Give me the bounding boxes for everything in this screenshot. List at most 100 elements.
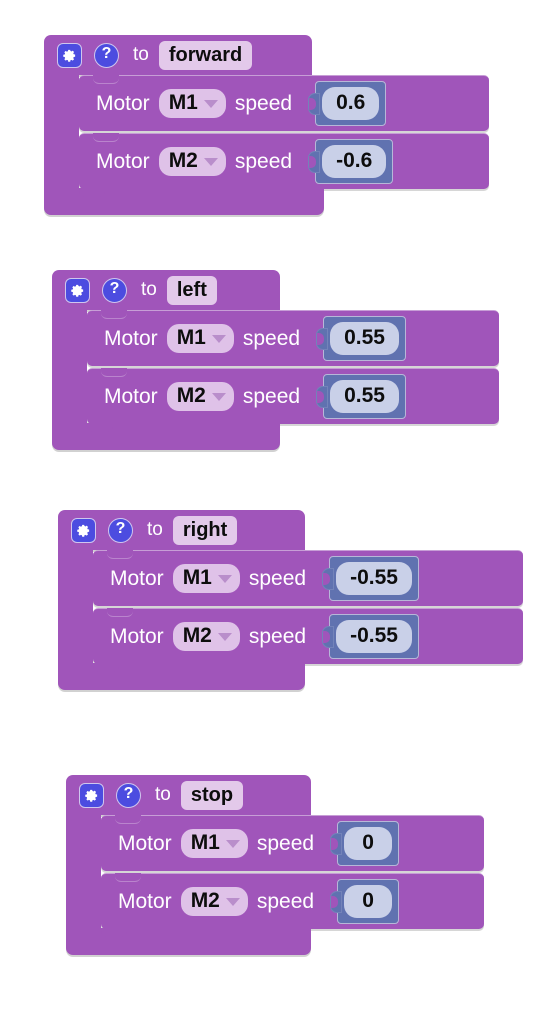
define-left-arm: [66, 815, 101, 929]
slot-plug-shape: [308, 92, 321, 115]
speed-number-input[interactable]: -0.6: [315, 139, 394, 184]
procedure-body-stack: Motor M1 speed 0 Motor M2 speed 0: [101, 815, 484, 929]
help-icon[interactable]: ?: [102, 277, 127, 303]
speed-number-input[interactable]: 0.6: [315, 81, 387, 126]
speed-number-value: 0: [344, 827, 393, 860]
gear-icon[interactable]: [65, 277, 90, 303]
define-footer[interactable]: [44, 188, 324, 215]
motor-select-value: M2: [176, 383, 206, 407]
define-header[interactable]: ? to stop: [66, 775, 311, 815]
help-glyph: ?: [101, 45, 112, 62]
help-icon[interactable]: ?: [94, 42, 119, 68]
slot-plug-shape: [322, 625, 335, 648]
slot-plug-shape: [316, 385, 329, 408]
motor-speed-block[interactable]: Motor M2 speed -0.6: [79, 133, 489, 189]
define-block[interactable]: ? to right Motor M1 speed -0.55 Motor M2 speed -0.…: [58, 510, 523, 690]
slot-plug-shape: [322, 567, 335, 590]
slot-plug-shape: [330, 890, 343, 913]
speed-word-label: speed: [248, 624, 307, 648]
motor-word-label: Motor: [104, 384, 158, 408]
speed-number-value: -0.6: [322, 145, 387, 178]
motor-word-label: Motor: [96, 91, 150, 115]
help-icon[interactable]: ?: [116, 782, 141, 808]
speed-value-slot[interactable]: 0.55: [311, 374, 406, 419]
motor-speed-block[interactable]: Motor M1 speed 0: [101, 815, 484, 871]
procedure-definition-left[interactable]: ? to left Motor M1 speed 0.55 Motor M2 speed 0.55: [52, 270, 499, 450]
define-block[interactable]: ? to left Motor M1 speed 0.55 Motor M2 speed 0.55: [52, 270, 499, 450]
motor-word-label: Motor: [110, 566, 164, 590]
motor-speed-block[interactable]: Motor M1 speed 0.6: [79, 75, 489, 131]
define-header[interactable]: ? to left: [52, 270, 280, 310]
define-to-label: to: [133, 44, 149, 65]
speed-value-slot[interactable]: -0.55: [317, 556, 419, 601]
motor-word-label: Motor: [104, 326, 158, 350]
motor-word-label: Motor: [96, 149, 150, 173]
define-footer[interactable]: [66, 928, 311, 955]
speed-value-slot[interactable]: 0: [325, 879, 400, 924]
speed-number-input[interactable]: 0: [337, 879, 400, 924]
procedure-definition-right[interactable]: ? to right Motor M1 speed -0.55 Motor M2 speed -0.…: [58, 510, 523, 690]
motor-select-value: M1: [176, 325, 206, 349]
speed-value-slot[interactable]: 0.55: [311, 316, 406, 361]
motor-select-dropdown[interactable]: M2: [172, 621, 240, 652]
motor-select-dropdown[interactable]: M1: [158, 88, 226, 119]
speed-word-label: speed: [234, 91, 293, 115]
motor-speed-block[interactable]: Motor M1 speed -0.55: [93, 550, 523, 606]
define-header[interactable]: ? to right: [58, 510, 305, 550]
define-to-label: to: [155, 784, 171, 805]
gear-icon[interactable]: [71, 517, 96, 543]
chevron-down-icon: [225, 897, 240, 906]
procedure-name-chip[interactable]: forward: [158, 40, 253, 70]
gear-icon[interactable]: [79, 782, 104, 808]
motor-speed-block[interactable]: Motor M1 speed 0.55: [87, 310, 499, 366]
motor-select-dropdown[interactable]: M1: [166, 323, 234, 354]
define-footer[interactable]: [52, 423, 280, 450]
motor-select-dropdown[interactable]: M2: [180, 886, 248, 917]
chevron-down-icon: [203, 157, 218, 166]
speed-value-slot[interactable]: -0.6: [303, 139, 394, 184]
motor-select-dropdown[interactable]: M1: [172, 563, 240, 594]
speed-value-slot[interactable]: -0.55: [317, 614, 419, 659]
slot-plug-shape: [330, 832, 343, 855]
define-left-arm: [52, 310, 87, 424]
help-icon[interactable]: ?: [108, 517, 133, 543]
motor-select-value: M2: [168, 148, 198, 172]
motor-select-dropdown[interactable]: M1: [180, 828, 248, 859]
chevron-down-icon: [225, 839, 240, 848]
speed-number-input[interactable]: 0.55: [323, 316, 406, 361]
speed-word-label: speed: [256, 889, 315, 913]
speed-word-label: speed: [256, 831, 315, 855]
define-to-label: to: [147, 519, 163, 540]
speed-word-label: speed: [248, 566, 307, 590]
motor-speed-block[interactable]: Motor M2 speed -0.55: [93, 608, 523, 664]
procedure-name-chip[interactable]: stop: [180, 780, 244, 810]
motor-select-dropdown[interactable]: M2: [158, 146, 226, 177]
blocks-canvas: ? to forward Motor M1 speed 0.6 Motor M2 speed -0.…: [0, 0, 548, 1024]
speed-number-value: -0.55: [336, 620, 412, 653]
procedure-definition-stop[interactable]: ? to stop Motor M1 speed 0 Motor M2 speed 0: [66, 775, 484, 955]
motor-select-value: M1: [190, 830, 220, 854]
speed-number-input[interactable]: 0: [337, 821, 400, 866]
define-block[interactable]: ? to stop Motor M1 speed 0 Motor M2 speed 0: [66, 775, 484, 955]
motor-select-value: M1: [182, 565, 212, 589]
define-footer[interactable]: [58, 663, 305, 690]
procedure-name-chip[interactable]: right: [172, 515, 238, 545]
define-header[interactable]: ? to forward: [44, 35, 312, 75]
speed-word-label: speed: [242, 326, 301, 350]
procedure-definition-forward[interactable]: ? to forward Motor M1 speed 0.6 Motor M2 speed -0.…: [44, 35, 489, 215]
define-block[interactable]: ? to forward Motor M1 speed 0.6 Motor M2 speed -0.…: [44, 35, 489, 215]
speed-number-input[interactable]: -0.55: [329, 614, 419, 659]
speed-number-input[interactable]: 0.55: [323, 374, 406, 419]
motor-speed-block[interactable]: Motor M2 speed 0: [101, 873, 484, 929]
speed-value-slot[interactable]: 0: [325, 821, 400, 866]
procedure-body-stack: Motor M1 speed 0.6 Motor M2 speed -0.6: [79, 75, 489, 189]
motor-select-dropdown[interactable]: M2: [166, 381, 234, 412]
slot-plug-shape: [316, 327, 329, 350]
gear-icon[interactable]: [57, 42, 82, 68]
speed-number-input[interactable]: -0.55: [329, 556, 419, 601]
procedure-name-chip[interactable]: left: [166, 275, 217, 305]
motor-speed-block[interactable]: Motor M2 speed 0.55: [87, 368, 499, 424]
speed-value-slot[interactable]: 0.6: [303, 81, 387, 126]
speed-word-label: speed: [242, 384, 301, 408]
motor-select-value: M1: [168, 90, 198, 114]
